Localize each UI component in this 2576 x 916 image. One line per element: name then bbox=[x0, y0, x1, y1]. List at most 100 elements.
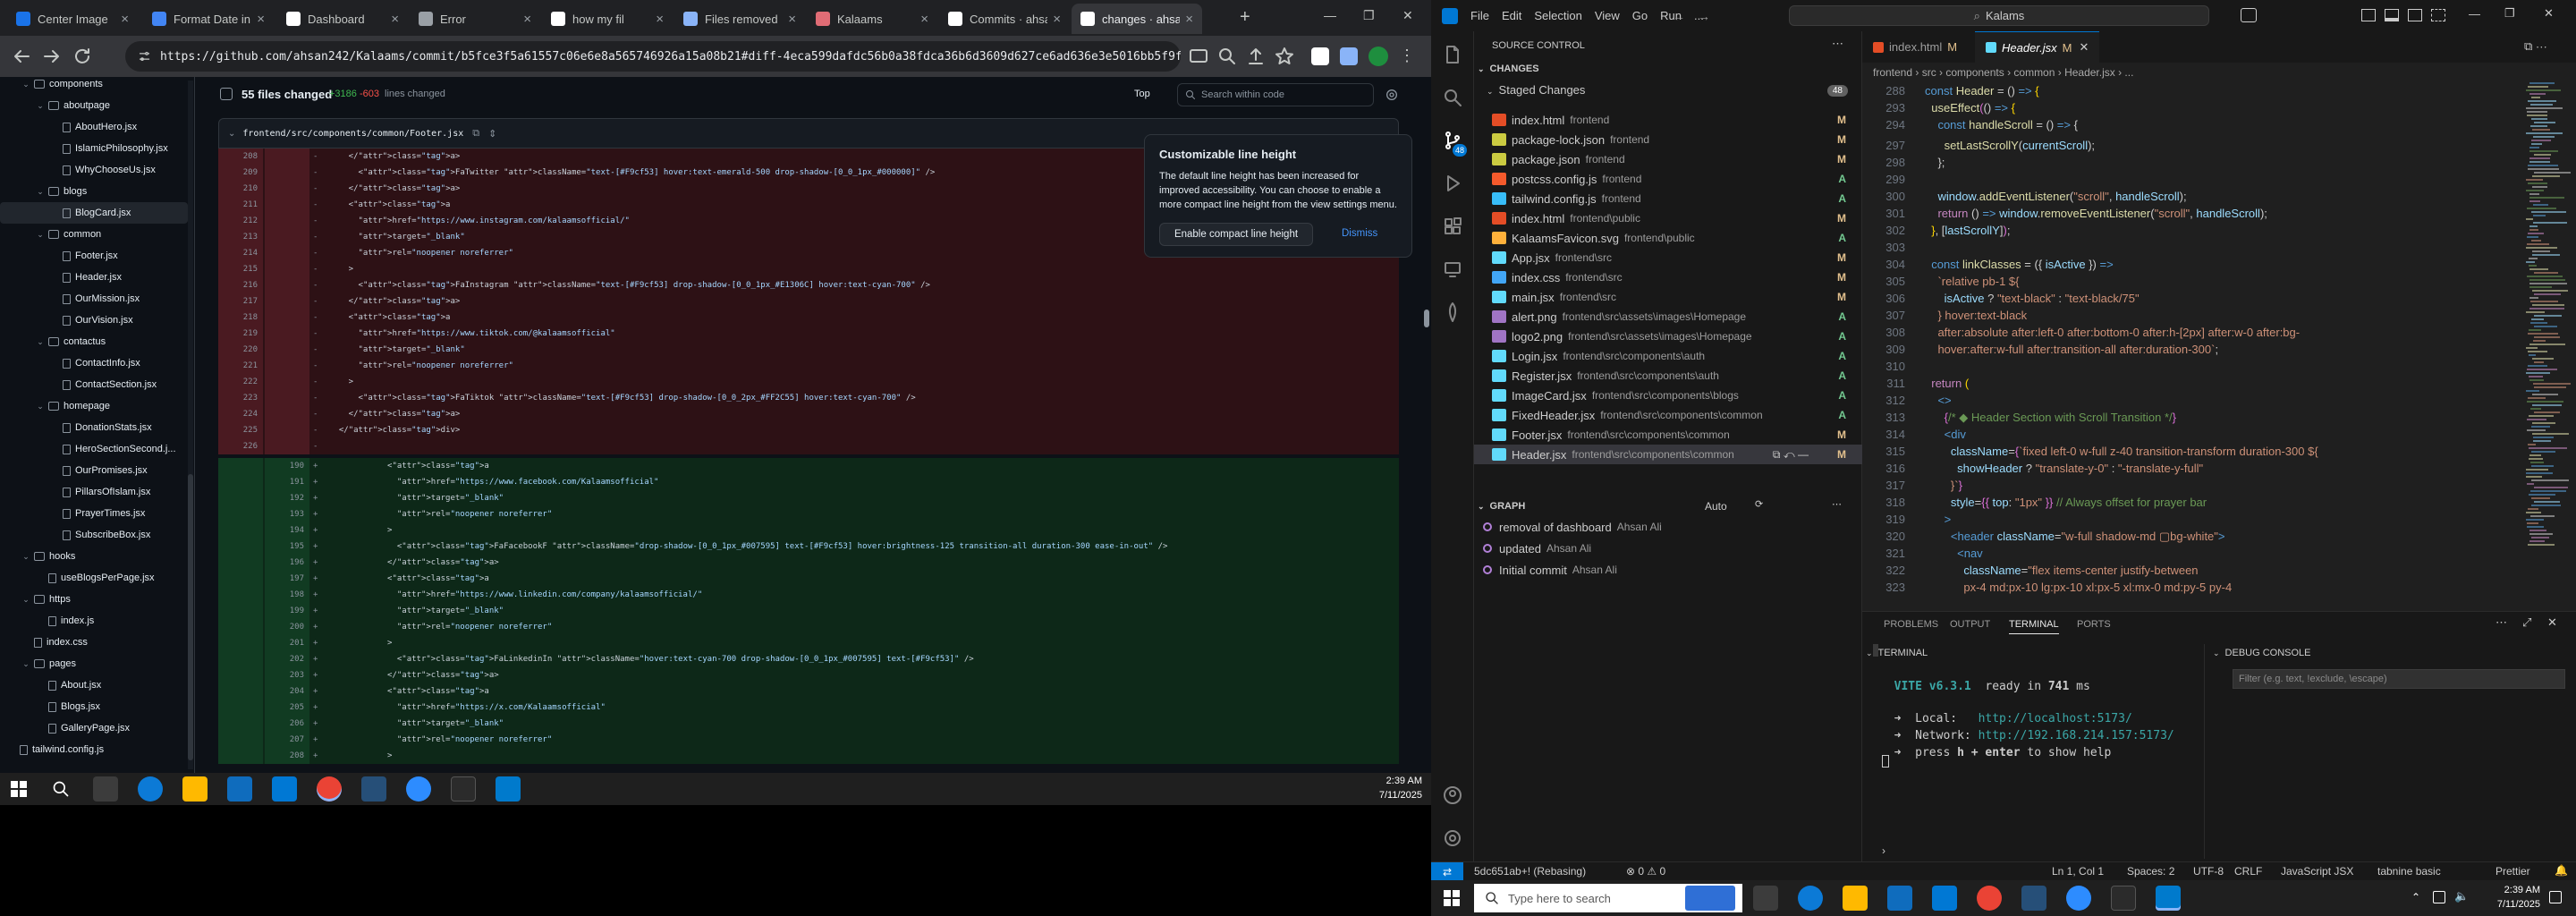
manage-gear-icon[interactable] bbox=[1442, 827, 1463, 849]
store-icon[interactable] bbox=[1887, 886, 1912, 911]
prettier-status[interactable]: Prettier bbox=[2496, 865, 2530, 878]
tree-file[interactable]: OurPromises.jsx bbox=[0, 460, 148, 481]
open-file-icon[interactable]: ⧉ ↶ — bbox=[1773, 448, 1809, 462]
tree-folder[interactable]: ⌄ contactus bbox=[0, 331, 106, 352]
debug-filter-input[interactable]: Filter (e.g. text, !exclude, \escape) bbox=[2233, 669, 2565, 689]
tray-chevron-icon[interactable]: ⌃ bbox=[2411, 891, 2420, 903]
site-info-icon[interactable] bbox=[138, 49, 151, 64]
staged-file-item[interactable]: ImageCard.jsx frontend\src\components\blo… bbox=[1474, 386, 1862, 405]
problems-status[interactable]: ⊗ 0 ⚠ 0 bbox=[1626, 865, 1665, 878]
tree-file[interactable]: BlogCard.jsx bbox=[0, 202, 188, 224]
tree-file[interactable]: DonationStats.jsx bbox=[0, 417, 152, 438]
restore-icon[interactable]: ❐ bbox=[1363, 8, 1375, 23]
tree-file[interactable]: index.css bbox=[0, 632, 88, 653]
tree-file[interactable]: SubscribeBox.jsx bbox=[0, 524, 150, 546]
tree-file[interactable]: PillarsOfIslam.jsx bbox=[0, 481, 150, 503]
close-tab-icon[interactable]: × bbox=[391, 12, 399, 27]
panel-more-icon[interactable]: ⋯ bbox=[2496, 615, 2507, 630]
close-tab-icon[interactable]: × bbox=[523, 12, 531, 27]
layout-sidebar-icon[interactable] bbox=[2361, 9, 2376, 21]
staged-file-item[interactable]: alert.png frontend\src\assets\images\Home… bbox=[1474, 307, 1862, 327]
terminal-app-icon[interactable] bbox=[2111, 886, 2136, 911]
panel-tab[interactable]: PORTS bbox=[2077, 619, 2111, 630]
extension-icon[interactable] bbox=[1311, 47, 1329, 65]
share-icon[interactable] bbox=[1245, 46, 1267, 67]
file-tree-scrollbar[interactable] bbox=[188, 81, 193, 769]
vscode-app-icon[interactable] bbox=[496, 776, 521, 802]
edge-icon[interactable] bbox=[1798, 886, 1823, 911]
task-view-icon[interactable] bbox=[1753, 886, 1778, 911]
zoom-icon[interactable] bbox=[1216, 46, 1238, 67]
browser-tab[interactable]: Commits · ahsa × bbox=[939, 4, 1070, 34]
sidepanel-icon[interactable] bbox=[1340, 47, 1358, 65]
graph-more-icon[interactable]: ⋯ bbox=[1832, 498, 1842, 510]
mongodb-icon[interactable] bbox=[1442, 301, 1463, 323]
staged-file-item[interactable]: Register.jsx frontend\src\components\auth… bbox=[1474, 366, 1862, 386]
staged-file-item[interactable]: package.json frontend M bbox=[1474, 149, 1862, 169]
nav-forward-icon[interactable]: → bbox=[1698, 9, 1710, 23]
tree-file[interactable]: PrayerTimes.jsx bbox=[0, 503, 145, 524]
changes-section-header[interactable]: ⌄ CHANGES bbox=[1478, 64, 1539, 74]
tree-file[interactable]: GalleryPage.jsx bbox=[0, 717, 130, 739]
close-tab-icon[interactable]: × bbox=[121, 12, 129, 27]
tree-folder[interactable]: ⌄ hooks bbox=[0, 546, 75, 567]
customize-layout-icon[interactable] bbox=[2431, 9, 2445, 21]
tree-file[interactable]: HeroSectionSecond.j... bbox=[0, 438, 176, 460]
tree-file[interactable]: AboutHero.jsx bbox=[0, 116, 137, 138]
profile-avatar[interactable] bbox=[1368, 47, 1388, 66]
account-icon[interactable] bbox=[1442, 785, 1463, 806]
restore-icon[interactable]: ❐ bbox=[2504, 6, 2515, 21]
search-icon[interactable] bbox=[1442, 87, 1463, 108]
staged-file-item[interactable]: FixedHeader.jsx frontend\src\components\c… bbox=[1474, 405, 1862, 425]
graph-commit[interactable]: updated Ahsan Ali bbox=[1474, 539, 1862, 558]
menu-item[interactable]: Go bbox=[1632, 9, 1648, 22]
url-field[interactable]: https://github.com/ahsan242/Kalaams/comm… bbox=[125, 41, 1181, 72]
notification-center-icon[interactable] bbox=[2549, 891, 2562, 903]
browser-tab[interactable]: changes · ahsa × bbox=[1072, 4, 1202, 34]
browser-tab[interactable]: Files removed × bbox=[674, 4, 805, 34]
close-window-icon[interactable]: ✕ bbox=[2544, 6, 2554, 21]
staged-file-item[interactable]: Login.jsx frontend\src\components\auth A bbox=[1474, 346, 1862, 366]
menu-item[interactable]: View bbox=[1595, 9, 1620, 22]
tree-folder[interactable]: ⌄ homepage bbox=[0, 395, 110, 417]
tree-file[interactable]: ContactInfo.jsx bbox=[0, 352, 140, 374]
panel-tab[interactable]: OUTPUT bbox=[1950, 619, 1990, 630]
chrome-icon[interactable] bbox=[1977, 886, 2002, 911]
toggle-tree-icon[interactable] bbox=[220, 88, 233, 100]
vscode-app-icon[interactable] bbox=[2156, 886, 2181, 911]
staged-file-item[interactable]: index.html frontend\public M bbox=[1474, 208, 1862, 228]
top-link[interactable]: Top bbox=[1134, 89, 1150, 99]
volume-icon[interactable]: 🔈 bbox=[2454, 889, 2469, 903]
terminal-scrollbar[interactable] bbox=[1873, 644, 1878, 657]
new-tab-icon[interactable]: + bbox=[1240, 7, 1250, 28]
tree-file[interactable]: OurMission.jsx bbox=[0, 288, 140, 310]
kebab-menu-icon[interactable]: ⋮ bbox=[1399, 47, 1415, 65]
file-explorer-icon[interactable] bbox=[1843, 886, 1868, 911]
debug-console-header[interactable]: ⌄ DEBUG CONSOLE bbox=[2213, 648, 2311, 658]
layout-panel-icon[interactable] bbox=[2385, 9, 2399, 21]
edge-icon[interactable] bbox=[138, 776, 163, 802]
panel-tab[interactable]: TERMINAL bbox=[2009, 619, 2059, 634]
staged-file-item[interactable]: package-lock.json frontend M bbox=[1474, 130, 1862, 149]
terminal-expand-icon[interactable]: › bbox=[1882, 844, 1885, 857]
tree-file[interactable]: Footer.jsx bbox=[0, 245, 118, 267]
collapse-chevron-icon[interactable]: ⌄ bbox=[228, 129, 235, 139]
eol-status[interactable]: CRLF bbox=[2234, 865, 2262, 878]
minimap[interactable] bbox=[2522, 82, 2576, 583]
editor-tab[interactable]: index.html M bbox=[1862, 31, 1968, 63]
tree-file[interactable]: IslamicPhilosophy.jsx bbox=[0, 138, 168, 159]
remote-indicator-icon[interactable]: ⇄ bbox=[1431, 862, 1463, 880]
encoding-status[interactable]: UTF-8 bbox=[2193, 865, 2224, 878]
windows-start-icon[interactable] bbox=[11, 781, 27, 797]
browser-tab[interactable]: Format Date in × bbox=[143, 4, 274, 34]
close-tab-icon[interactable]: × bbox=[920, 12, 928, 27]
close-tab-icon[interactable]: × bbox=[788, 12, 796, 27]
close-tab-icon[interactable]: × bbox=[1185, 12, 1193, 27]
tree-file[interactable]: About.jsx bbox=[0, 674, 101, 696]
app-icon[interactable] bbox=[2021, 886, 2046, 911]
tree-folder[interactable]: ⌄ common bbox=[0, 224, 101, 245]
editor-tab[interactable]: Header.jsx M ✕ bbox=[1975, 31, 2100, 63]
back-arrow-icon[interactable] bbox=[11, 46, 32, 67]
more-actions-icon[interactable]: ⋯ bbox=[1832, 37, 1843, 51]
code-search-input[interactable]: Search within code bbox=[1177, 83, 1374, 106]
